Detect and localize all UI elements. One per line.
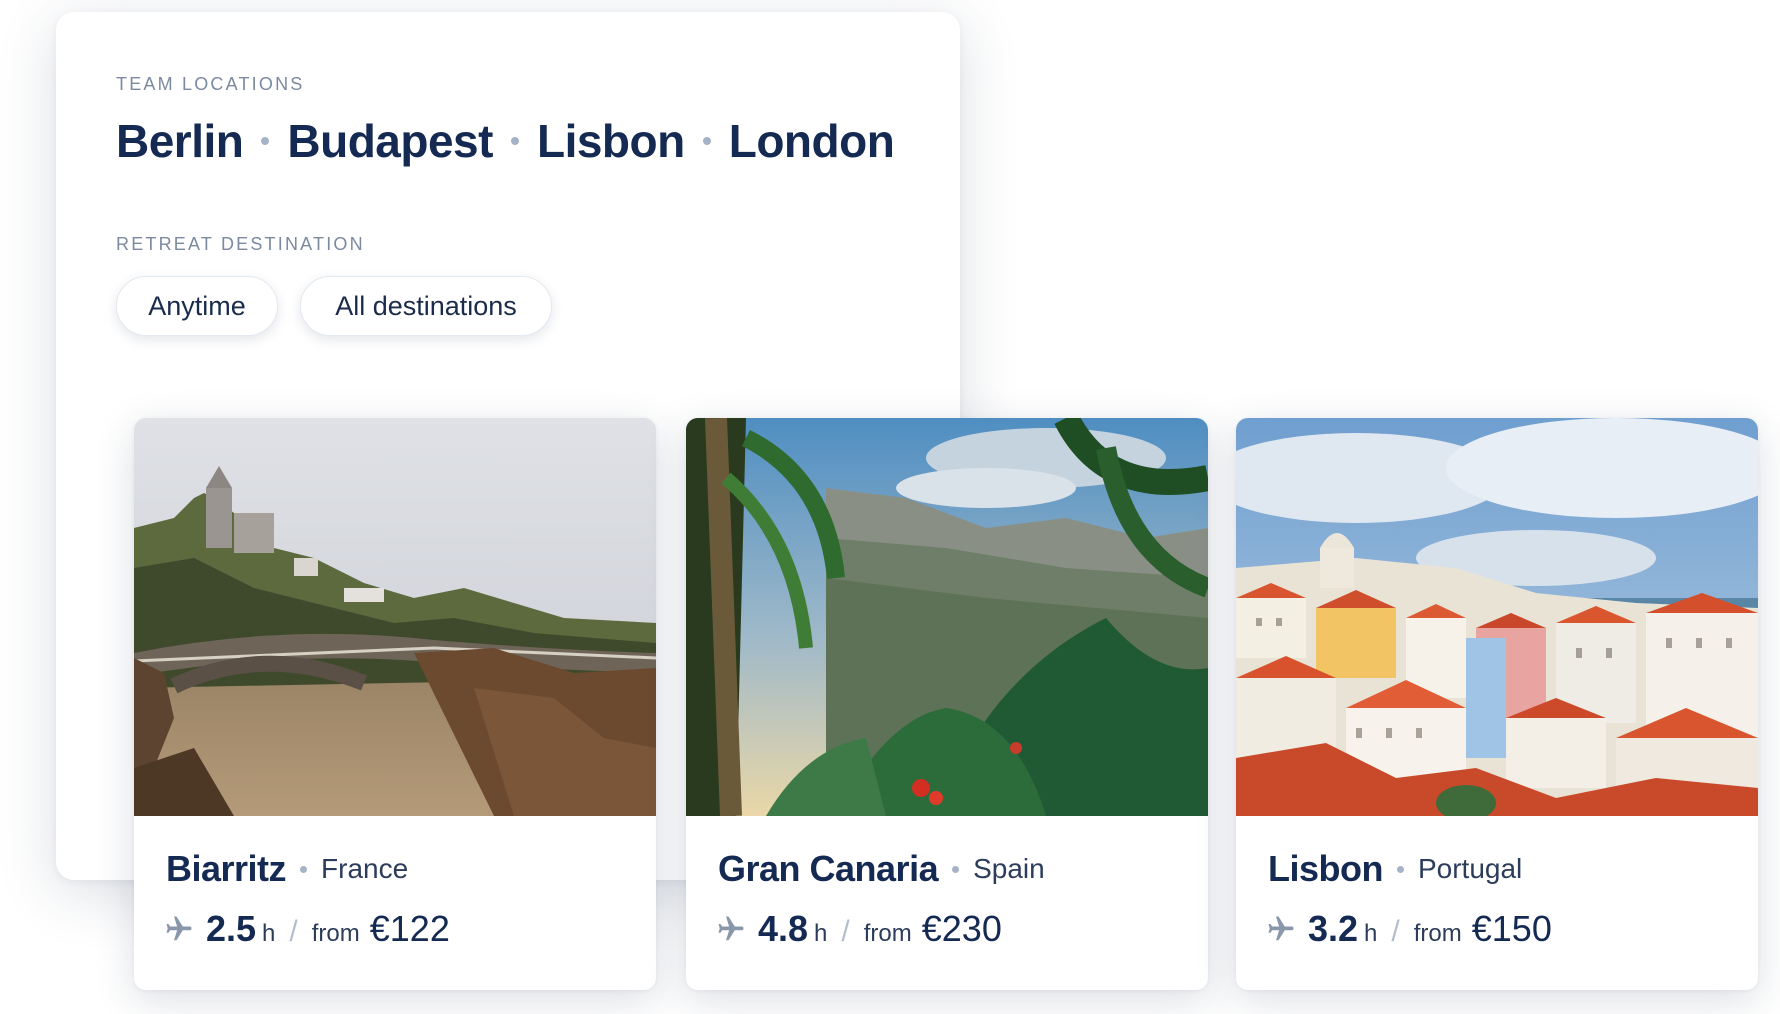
destination-city: Lisbon	[1268, 848, 1383, 889]
from-label: from	[311, 920, 360, 947]
destination-card-biarritz[interactable]: Biarritz France 2.5 h / from €122	[134, 418, 656, 990]
separator-dot	[952, 865, 960, 873]
card-title-row: Lisbon Portugal	[1268, 848, 1522, 890]
team-locations-label: TEAM LOCATIONS	[116, 74, 305, 94]
destination-country: Spain	[973, 853, 1045, 884]
divider-slash: /	[841, 915, 850, 948]
hours-unit: h	[262, 920, 276, 947]
team-city-london: London	[728, 115, 895, 167]
divider-slash: /	[1391, 915, 1400, 948]
plane-icon	[718, 916, 744, 941]
from-label: from	[1413, 920, 1462, 947]
card-meta-row: 2.5 h / from €122	[164, 908, 450, 950]
team-city-berlin: Berlin	[116, 115, 244, 167]
flight-hours: 3.2	[1308, 908, 1359, 949]
hours-unit: h	[814, 920, 828, 947]
team-cities: Berlin Budapest Lisbon London	[116, 114, 895, 168]
price: €230	[921, 908, 1002, 949]
destination-card-lisbon[interactable]: Lisbon Portugal 3.2 h / from €150	[1236, 418, 1758, 990]
team-city-budapest: Budapest	[287, 115, 493, 167]
divider-slash: /	[289, 915, 298, 948]
destination-country: France	[321, 853, 409, 884]
gran-canaria-photo	[686, 418, 1208, 816]
flight-hours: 4.8	[758, 908, 809, 949]
plane-icon	[166, 916, 192, 941]
card-title-row: Biarritz France	[166, 848, 408, 890]
from-label: from	[863, 920, 912, 947]
anytime-filter-button[interactable]: Anytime	[116, 276, 278, 336]
hours-unit: h	[1364, 920, 1378, 947]
team-city-lisbon: Lisbon	[536, 115, 685, 167]
retreat-destination-label: RETREAT DESTINATION	[116, 234, 365, 254]
destination-city: Biarritz	[166, 848, 287, 889]
flight-hours: 2.5	[206, 908, 257, 949]
destination-card-gran-canaria[interactable]: Gran Canaria Spain 4.8 h / from €230	[686, 418, 1208, 990]
separator-dot	[261, 137, 270, 145]
biarritz-photo	[134, 418, 656, 816]
destination-city: Gran Canaria	[718, 848, 939, 889]
separator-dot	[300, 865, 308, 873]
price: €122	[369, 908, 450, 949]
lisbon-photo	[1236, 418, 1758, 816]
all-destinations-filter-button[interactable]: All destinations	[300, 276, 552, 336]
separator-dot	[702, 137, 711, 145]
card-meta-row: 3.2 h / from €150	[1266, 908, 1552, 950]
separator-dot	[1396, 865, 1404, 873]
plane-icon	[1268, 916, 1294, 941]
card-title-row: Gran Canaria Spain	[718, 848, 1045, 890]
price: €150	[1471, 908, 1552, 949]
card-meta-row: 4.8 h / from €230	[716, 908, 1002, 950]
destination-country: Portugal	[1417, 853, 1523, 884]
separator-dot	[510, 137, 519, 145]
